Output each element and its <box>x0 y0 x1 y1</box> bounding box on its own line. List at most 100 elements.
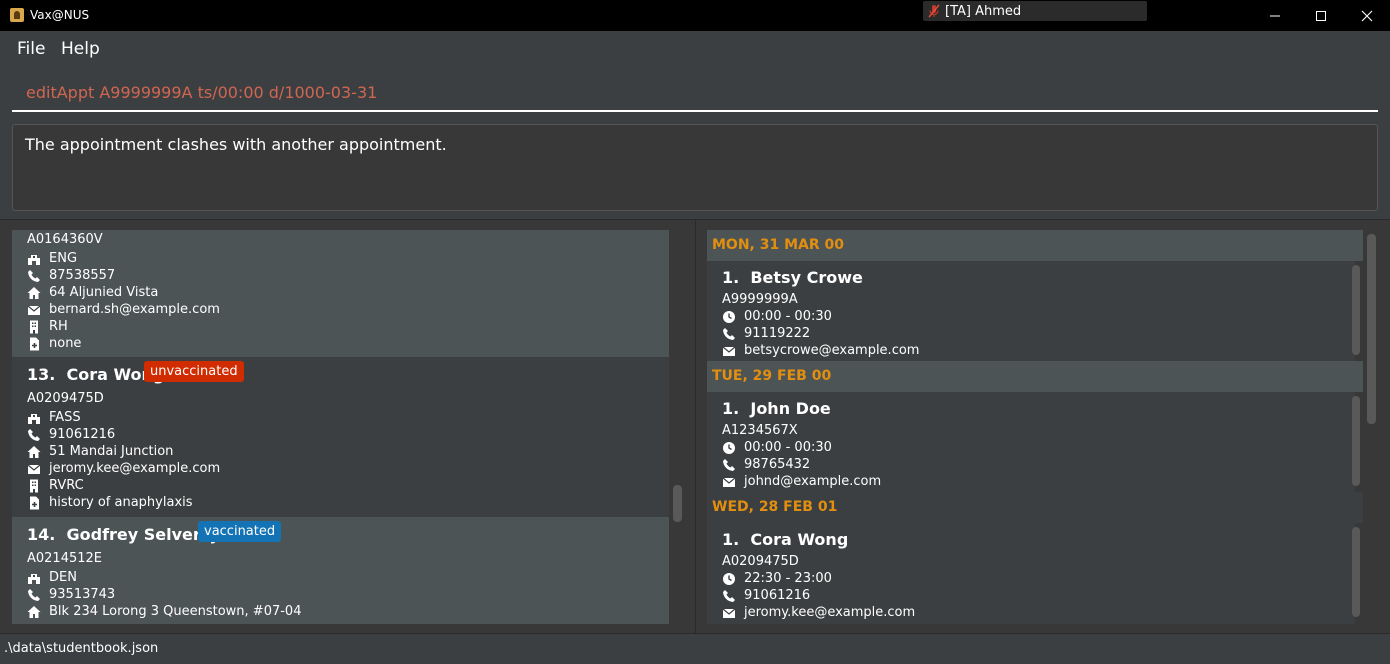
medical-row: history of anaphylaxis <box>27 495 193 510</box>
residence-row: RVRC <box>27 478 84 493</box>
phone-text: 87538557 <box>49 268 116 283</box>
appointment-list-scrollbar[interactable] <box>1367 234 1376 424</box>
student-card[interactable]: A0164360V ENG 87538557 64 Aljunied Vista… <box>12 230 669 357</box>
menu-bar: File Help <box>0 31 1390 67</box>
result-display[interactable]: The appointment clashes with another app… <box>12 124 1378 211</box>
faculty-icon <box>27 252 41 266</box>
student-list[interactable]: A0164360V ENG 87538557 64 Aljunied Vista… <box>12 230 669 624</box>
phone-text: 91061216 <box>49 427 116 442</box>
faculty-row: FASS <box>27 410 81 425</box>
faculty-icon <box>27 411 41 425</box>
appointment-student-id: A0209475D <box>722 554 799 569</box>
faculty-text: ENG <box>49 251 78 266</box>
phone-icon <box>27 428 41 442</box>
minimize-icon <box>1270 15 1280 16</box>
residence-text: RH <box>49 319 68 334</box>
appointment-day-header: TUE, 29 FEB 00 <box>707 361 1363 392</box>
time-row: 22:30 - 23:00 <box>722 571 832 586</box>
maximize-icon <box>1316 10 1326 21</box>
phone-row: 87538557 <box>27 268 115 283</box>
phone-icon <box>722 458 736 472</box>
save-location-text: .\data\studentbook.json <box>4 641 159 656</box>
phone-icon <box>722 589 736 603</box>
mail-icon <box>27 462 41 476</box>
student-index: 13. <box>27 365 56 384</box>
email-text: johnd@example.com <box>744 474 882 489</box>
appointment-card-scrollbar[interactable] <box>1352 527 1360 617</box>
clock-icon <box>722 310 736 324</box>
appointment-card[interactable]: 1. Betsy Crowe A9999999A 00:00 - 00:30 9… <box>707 261 1360 361</box>
appointment-student-id: A1234567X <box>722 423 798 438</box>
building-icon <box>27 320 41 334</box>
vaccination-status-badge: unvaccinated <box>144 361 244 382</box>
student-id: A0209475D <box>27 391 104 406</box>
command-box <box>0 67 1390 120</box>
time-row: 00:00 - 00:30 <box>722 309 832 324</box>
phone-row: 91061216 <box>27 427 115 442</box>
home-icon <box>27 286 41 300</box>
phone-text: 93513743 <box>49 587 116 602</box>
email-text: jeromy.kee@example.com <box>744 605 916 620</box>
appointment-name-row: 1. John Doe <box>722 399 831 418</box>
phone-icon <box>27 269 41 283</box>
meeting-label: [TA] Ahmed <box>945 4 1022 19</box>
close-button[interactable] <box>1344 0 1390 31</box>
window-title: Vax@NUS <box>30 8 90 22</box>
menu-file[interactable]: File <box>17 39 45 59</box>
email-row: jeromy.kee@example.com <box>27 461 220 476</box>
appointment-list-panel: MON, 31 MAR 00 1. Betsy Crowe A9999999A … <box>695 219 1390 633</box>
app-icon <box>10 8 24 22</box>
faculty-text: FASS <box>49 410 81 425</box>
appointment-student-name: Cora Wong <box>750 530 849 549</box>
email-row: johnd@example.com <box>722 474 881 489</box>
appointment-day-header: MON, 31 MAR 00 <box>707 230 1363 261</box>
appointment-list[interactable]: MON, 31 MAR 00 1. Betsy Crowe A9999999A … <box>707 230 1363 624</box>
email-text: betsycrowe@example.com <box>744 343 920 358</box>
appointment-student-id: A9999999A <box>722 292 798 307</box>
appointment-index: 1. <box>722 530 740 549</box>
appointment-card-scrollbar[interactable] <box>1352 265 1360 355</box>
student-card[interactable]: 13. Cora Wong unvaccinated A0209475D FAS… <box>12 357 669 517</box>
appointment-index: 1. <box>722 268 740 287</box>
appointment-card[interactable]: 1. Cora Wong A0209475D 22:30 - 23:00 910… <box>707 523 1360 624</box>
time-text: 00:00 - 00:30 <box>744 309 832 324</box>
phone-text: 91061216 <box>744 588 811 603</box>
status-bar: .\data\studentbook.json <box>0 633 1390 664</box>
address-row: 51 Mandai Junction <box>27 444 173 459</box>
email-text: bernard.sh@example.com <box>49 302 220 317</box>
phone-text: 98765432 <box>744 457 811 472</box>
medical-row: none <box>27 336 81 351</box>
phone-icon <box>27 588 41 602</box>
appointment-day-header: WED, 28 FEB 01 <box>707 492 1363 523</box>
email-row: bernard.sh@example.com <box>27 302 220 317</box>
close-icon <box>1361 10 1373 21</box>
address-row: Blk 234 Lorong 3 Queenstown, #07-04 <box>27 604 301 619</box>
medical-text: history of anaphylaxis <box>49 495 193 510</box>
appointment-name-row: 1. Cora Wong <box>722 530 848 549</box>
mail-icon <box>722 344 736 358</box>
maximize-button[interactable] <box>1298 0 1344 31</box>
appointment-card[interactable]: 1. John Doe A1234567X 00:00 - 00:30 9876… <box>707 392 1360 492</box>
mic-muted-icon <box>928 4 940 18</box>
time-row: 00:00 - 00:30 <box>722 440 832 455</box>
menu-help[interactable]: Help <box>61 39 100 59</box>
mail-icon <box>722 606 736 620</box>
faculty-text: DEN <box>49 570 77 585</box>
appointment-student-name: John Doe <box>750 399 831 418</box>
residence-text: RVRC <box>49 478 84 493</box>
appointment-card-scrollbar[interactable] <box>1352 396 1360 486</box>
faculty-row: DEN <box>27 570 77 585</box>
student-card[interactable]: 14. Godfrey Selverajah vaccinated A02145… <box>12 517 669 624</box>
vaccination-status-badge: vaccinated <box>198 521 282 542</box>
appointment-name-row: 1. Betsy Crowe <box>722 268 863 287</box>
address-text: 51 Mandai Junction <box>49 444 174 459</box>
address-text: 64 Aljunied Vista <box>49 285 159 300</box>
email-row: betsycrowe@example.com <box>722 343 919 358</box>
faculty-icon <box>27 571 41 585</box>
phone-row: 91061216 <box>722 588 810 603</box>
student-list-scrollbar[interactable] <box>673 485 682 522</box>
minimize-button[interactable] <box>1252 0 1298 31</box>
command-input[interactable] <box>12 74 1378 112</box>
meeting-indicator[interactable]: [TA] Ahmed <box>923 1 1147 21</box>
phone-text: 91119222 <box>744 326 811 341</box>
